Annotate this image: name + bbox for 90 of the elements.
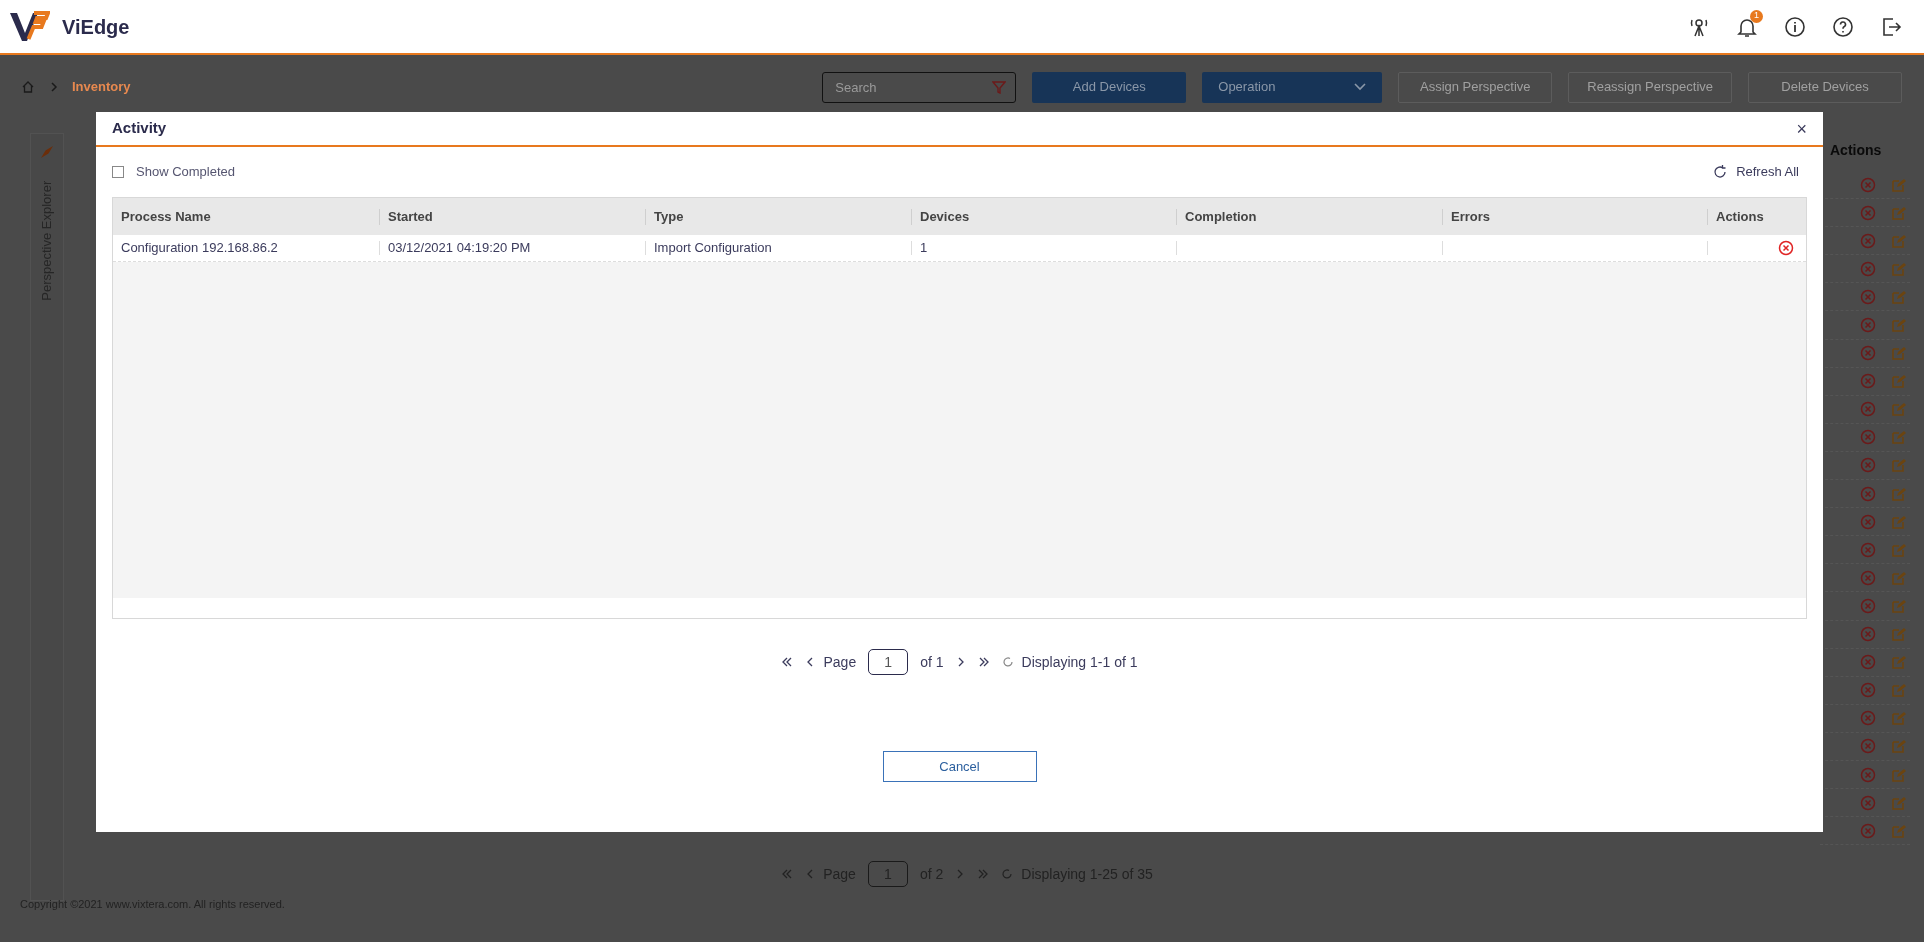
edit-icon[interactable]: [1892, 570, 1906, 585]
edit-icon[interactable]: [1892, 233, 1906, 248]
edit-icon[interactable]: [1892, 346, 1906, 361]
show-completed-checkbox[interactable]: [112, 166, 124, 178]
edit-icon[interactable]: [1892, 795, 1906, 810]
cancel-button[interactable]: Cancel: [882, 751, 1037, 782]
notification-badge: 1: [1750, 9, 1763, 23]
edit-icon[interactable]: [1892, 318, 1906, 332]
chevron-icon: [50, 82, 58, 92]
delete-icon[interactable]: [1860, 654, 1876, 671]
table-cell-text: Import Configuration: [654, 239, 772, 258]
edit-icon[interactable]: [1892, 402, 1906, 417]
delete-icon[interactable]: [1860, 204, 1876, 221]
edit-icon[interactable]: [1892, 374, 1906, 389]
page-label: Page: [823, 652, 857, 672]
edit-icon[interactable]: [1892, 655, 1906, 670]
delete-icon[interactable]: [1860, 597, 1876, 614]
delete-icon[interactable]: [1860, 429, 1876, 446]
edit-icon[interactable]: [1892, 711, 1906, 726]
delete-icon[interactable]: [1860, 176, 1876, 193]
displaying-count: Displaying 1-1 of 1: [1021, 652, 1138, 672]
close-button[interactable]: ×: [1796, 119, 1807, 138]
delete-icon[interactable]: [1860, 626, 1876, 643]
refresh-icon[interactable]: [1001, 868, 1014, 881]
edit-icon[interactable]: [1892, 430, 1906, 445]
delete-icon[interactable]: [1860, 457, 1876, 474]
refresh-icon[interactable]: [1001, 656, 1014, 668]
caret-icon: [1354, 83, 1367, 91]
first-page-icon[interactable]: [781, 656, 794, 668]
cancel-process-icon[interactable]: [1778, 240, 1794, 256]
toolbar-button[interactable]: Add Devices: [1032, 71, 1187, 103]
delete-icon[interactable]: [1860, 569, 1876, 586]
delete-icon[interactable]: [1860, 401, 1876, 418]
edit-icon[interactable]: [1892, 598, 1906, 613]
help-icon[interactable]: [1832, 15, 1854, 38]
column-header[interactable]: Started: [388, 206, 433, 227]
edit-icon[interactable]: [1892, 458, 1906, 473]
column-header[interactable]: Devices: [920, 206, 970, 227]
edit-icon[interactable]: [1892, 261, 1906, 276]
delete-icon[interactable]: [1860, 710, 1876, 727]
operation-dropdown[interactable]: Operation: [1202, 71, 1383, 103]
delete-icon[interactable]: [1860, 513, 1876, 530]
edit-icon[interactable]: [1892, 289, 1906, 304]
delete-icon[interactable]: [1860, 682, 1876, 699]
edit-icon[interactable]: [1892, 739, 1906, 754]
compass-icon[interactable]: [39, 144, 55, 160]
refresh-icon: [1712, 164, 1729, 180]
page-count: of 1: [920, 652, 944, 672]
delete-icon[interactable]: [1860, 232, 1876, 249]
info-icon[interactable]: [1784, 15, 1806, 38]
filter-icon[interactable]: [992, 79, 1007, 94]
delete-icon[interactable]: [1860, 288, 1876, 305]
delete-icon[interactable]: [1860, 766, 1876, 783]
column-header: Actions: [1830, 140, 1882, 160]
search-field[interactable]: Search: [822, 71, 1017, 103]
logo-icon: [8, 9, 50, 44]
page-input[interactable]: 1: [868, 649, 909, 675]
table-cell-text: 03/12/2021 04:19:20 PM: [388, 239, 531, 258]
column-header[interactable]: Actions: [1716, 206, 1764, 227]
logout-icon[interactable]: [1880, 15, 1902, 38]
delete-icon[interactable]: [1860, 260, 1876, 277]
refresh-all-button[interactable]: Refresh All: [1712, 162, 1799, 182]
delete-icon[interactable]: [1860, 738, 1876, 755]
edit-icon[interactable]: [1892, 627, 1906, 642]
edit-icon[interactable]: [1892, 486, 1906, 501]
column-header[interactable]: Process Name: [121, 206, 211, 227]
column-header[interactable]: Completion: [1185, 206, 1257, 227]
last-page-icon[interactable]: [977, 656, 990, 668]
column-header[interactable]: Type: [654, 206, 684, 227]
table-cell-text: 1: [920, 239, 928, 258]
dialog-title: Activity: [112, 118, 167, 139]
delete-icon[interactable]: [1860, 541, 1876, 558]
checkbox-label: Show Completed: [136, 163, 235, 182]
edit-icon[interactable]: [1892, 767, 1906, 782]
delete-icon[interactable]: [1860, 794, 1876, 811]
delete-icon[interactable]: [1860, 317, 1876, 333]
delete-icon[interactable]: [1860, 485, 1876, 502]
edit-icon[interactable]: [1892, 683, 1906, 698]
delete-icon[interactable]: [1860, 822, 1876, 839]
column-header[interactable]: Errors: [1451, 206, 1491, 227]
edit-icon[interactable]: [1892, 823, 1906, 838]
table-cell-text: Configuration 192.168.86.2: [121, 239, 278, 258]
home-icon[interactable]: [22, 81, 34, 93]
delete-icon[interactable]: [1860, 373, 1876, 390]
delete-icon[interactable]: [1860, 345, 1876, 362]
edit-icon[interactable]: [1892, 177, 1906, 192]
brand-name: ViEdge: [62, 14, 130, 40]
edit-icon[interactable]: [1892, 514, 1906, 529]
edit-icon[interactable]: [1892, 205, 1906, 220]
edit-icon[interactable]: [1892, 542, 1906, 557]
